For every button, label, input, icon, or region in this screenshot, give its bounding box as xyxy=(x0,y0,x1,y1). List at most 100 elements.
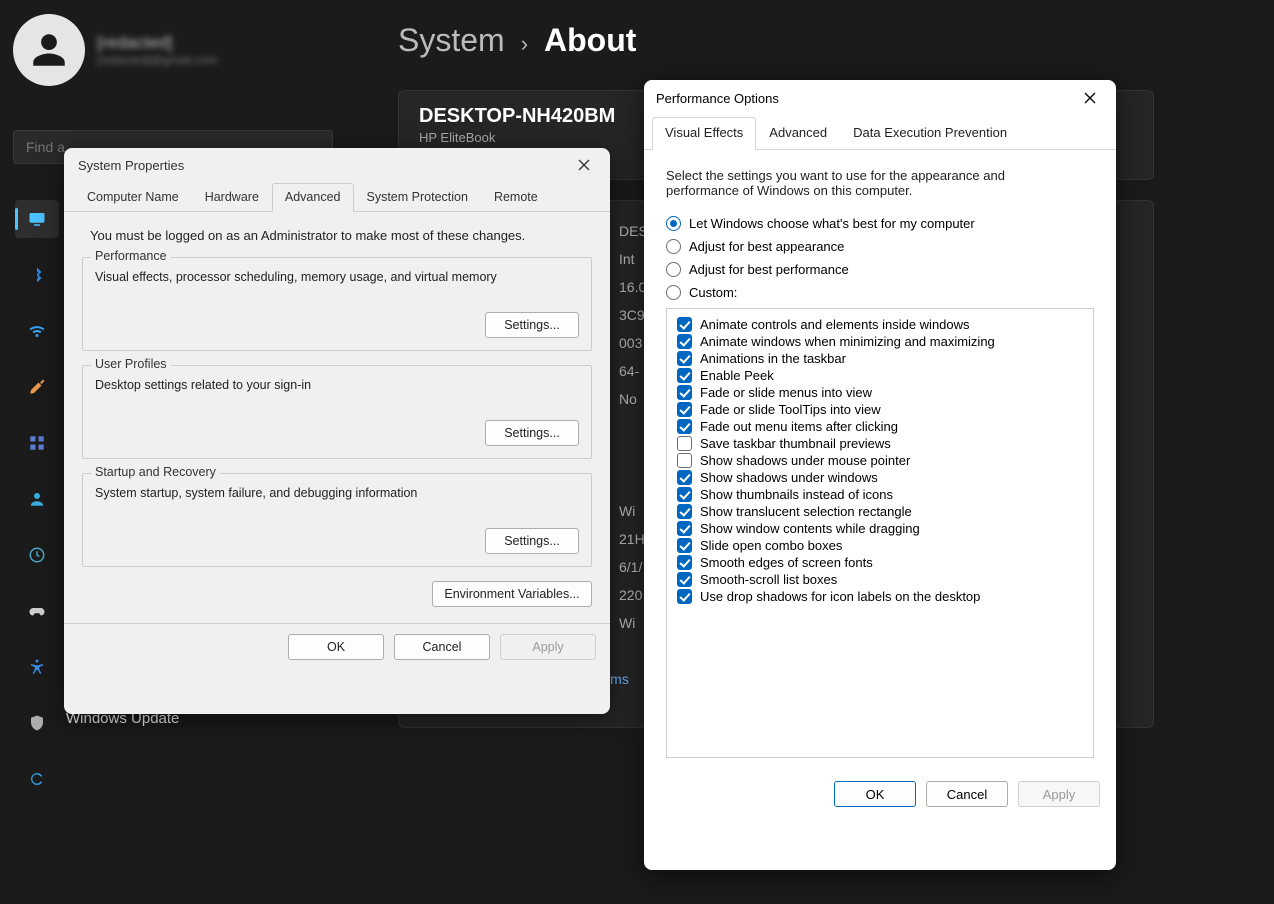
accessibility-icon xyxy=(28,658,46,676)
check-option-3[interactable]: Enable Peek xyxy=(677,368,1083,383)
check-option-7[interactable]: Save taskbar thumbnail previews xyxy=(677,436,1083,451)
user-email: [redacted]@gmail.com xyxy=(97,53,217,67)
check-label: Use drop shadows for icon labels on the … xyxy=(700,589,980,604)
check-option-0[interactable]: Animate controls and elements inside win… xyxy=(677,317,1083,332)
shield-icon xyxy=(28,714,46,732)
apply-button: Apply xyxy=(500,634,596,660)
cancel-button[interactable]: Cancel xyxy=(926,781,1008,807)
startup-recovery-group: Startup and Recovery System startup, sys… xyxy=(82,473,592,567)
perf-intro: Select the settings you want to use for … xyxy=(666,168,1066,198)
close-button[interactable] xyxy=(1070,84,1110,112)
gamepad-icon xyxy=(28,602,46,620)
radio-option-1[interactable]: Adjust for best appearance xyxy=(666,239,1094,254)
tab-dep[interactable]: Data Execution Prevention xyxy=(840,117,1020,150)
sidebar-item-system[interactable] xyxy=(15,200,59,238)
avatar[interactable] xyxy=(13,14,85,86)
user-icon xyxy=(28,490,46,508)
sysprop-titlebar[interactable]: System Properties xyxy=(64,148,610,182)
radio-option-2[interactable]: Adjust for best performance xyxy=(666,262,1094,277)
startup-legend: Startup and Recovery xyxy=(91,465,220,479)
radio-option-0[interactable]: Let Windows choose what's best for my co… xyxy=(666,216,1094,231)
sidebar-item-gaming[interactable] xyxy=(15,592,59,630)
checkbox-icon xyxy=(677,385,692,400)
check-option-12[interactable]: Show window contents while dragging xyxy=(677,521,1083,536)
checkbox-icon xyxy=(677,334,692,349)
sysprop-footer: OK Cancel Apply xyxy=(64,623,610,669)
check-option-14[interactable]: Smooth edges of screen fonts xyxy=(677,555,1083,570)
radio-icon xyxy=(666,285,681,300)
check-option-13[interactable]: Slide open combo boxes xyxy=(677,538,1083,553)
startup-settings-button[interactable]: Settings... xyxy=(485,528,579,554)
check-label: Fade or slide ToolTips into view xyxy=(700,402,881,417)
sidebar-item-network[interactable] xyxy=(15,312,59,350)
check-label: Enable Peek xyxy=(700,368,774,383)
tab-visual-effects[interactable]: Visual Effects xyxy=(652,117,756,150)
profiles-settings-button[interactable]: Settings... xyxy=(485,420,579,446)
check-option-10[interactable]: Show thumbnails instead of icons xyxy=(677,487,1083,502)
check-option-6[interactable]: Fade out menu items after clicking xyxy=(677,419,1083,434)
check-label: Fade or slide menus into view xyxy=(700,385,872,400)
environment-variables-button[interactable]: Environment Variables... xyxy=(432,581,592,607)
check-label: Animate controls and elements inside win… xyxy=(700,317,970,332)
monitor-icon xyxy=(28,210,46,228)
perf-title: Performance Options xyxy=(656,91,779,106)
spec-value: Wi xyxy=(619,497,645,525)
performance-settings-button[interactable]: Settings... xyxy=(485,312,579,338)
radio-icon xyxy=(666,216,681,231)
radio-label: Adjust for best performance xyxy=(689,262,849,277)
tab-advanced[interactable]: Advanced xyxy=(756,117,840,150)
refresh-icon xyxy=(28,770,46,788)
radio-option-3[interactable]: Custom: xyxy=(666,285,1094,300)
check-label: Slide open combo boxes xyxy=(700,538,842,553)
radio-icon xyxy=(666,239,681,254)
tab-hardware[interactable]: Hardware xyxy=(192,183,272,212)
sidebar-item-personalization[interactable] xyxy=(15,368,59,406)
startup-desc: System startup, system failure, and debu… xyxy=(95,486,579,500)
radio-label: Custom: xyxy=(689,285,737,300)
sidebar-item-accounts[interactable] xyxy=(15,480,59,518)
check-option-1[interactable]: Animate windows when minimizing and maxi… xyxy=(677,334,1083,349)
sidebar-item-apps[interactable] xyxy=(15,424,59,462)
perf-footer: OK Cancel Apply xyxy=(644,768,1116,820)
breadcrumb-parent[interactable]: System xyxy=(398,22,505,59)
sidebar-item-bluetooth[interactable] xyxy=(15,256,59,294)
checkbox-icon xyxy=(677,368,692,383)
sidebar-item-windows-update[interactable] xyxy=(15,760,59,798)
checkbox-icon xyxy=(677,419,692,434)
bluetooth-icon xyxy=(28,266,46,284)
clock-icon xyxy=(28,546,46,564)
sidebar-item-accessibility[interactable] xyxy=(15,648,59,686)
tab-advanced[interactable]: Advanced xyxy=(272,183,354,212)
tab-computer-name[interactable]: Computer Name xyxy=(74,183,192,212)
checkbox-icon xyxy=(677,589,692,604)
ok-button[interactable]: OK xyxy=(834,781,916,807)
user-name: [redacted] xyxy=(97,33,217,53)
checkbox-icon xyxy=(677,436,692,451)
tab-remote[interactable]: Remote xyxy=(481,183,551,212)
check-label: Save taskbar thumbnail previews xyxy=(700,436,891,451)
user-text: [redacted] [redacted]@gmail.com xyxy=(97,33,217,67)
checkbox-icon xyxy=(677,470,692,485)
visual-effects-list[interactable]: Animate controls and elements inside win… xyxy=(666,308,1094,758)
check-option-15[interactable]: Smooth-scroll list boxes xyxy=(677,572,1083,587)
check-label: Show translucent selection rectangle xyxy=(700,504,912,519)
cancel-button[interactable]: Cancel xyxy=(394,634,490,660)
checkbox-icon xyxy=(677,521,692,536)
check-option-2[interactable]: Animations in the taskbar xyxy=(677,351,1083,366)
ok-button[interactable]: OK xyxy=(288,634,384,660)
perf-tabs: Visual Effects Advanced Data Execution P… xyxy=(644,116,1116,150)
check-option-9[interactable]: Show shadows under windows xyxy=(677,470,1083,485)
perf-titlebar[interactable]: Performance Options xyxy=(644,80,1116,116)
check-option-8[interactable]: Show shadows under mouse pointer xyxy=(677,453,1083,468)
close-button[interactable] xyxy=(564,151,604,179)
check-option-5[interactable]: Fade or slide ToolTips into view xyxy=(677,402,1083,417)
close-icon xyxy=(578,159,590,171)
sidebar-item-time-language[interactable] xyxy=(15,536,59,574)
tab-system-protection[interactable]: System Protection xyxy=(354,183,481,212)
check-label: Show window contents while dragging xyxy=(700,521,920,536)
sidebar-item-privacy[interactable] xyxy=(15,704,59,742)
check-option-16[interactable]: Use drop shadows for icon labels on the … xyxy=(677,589,1083,604)
check-option-4[interactable]: Fade or slide menus into view xyxy=(677,385,1083,400)
check-option-11[interactable]: Show translucent selection rectangle xyxy=(677,504,1083,519)
check-label: Animate windows when minimizing and maxi… xyxy=(700,334,995,349)
